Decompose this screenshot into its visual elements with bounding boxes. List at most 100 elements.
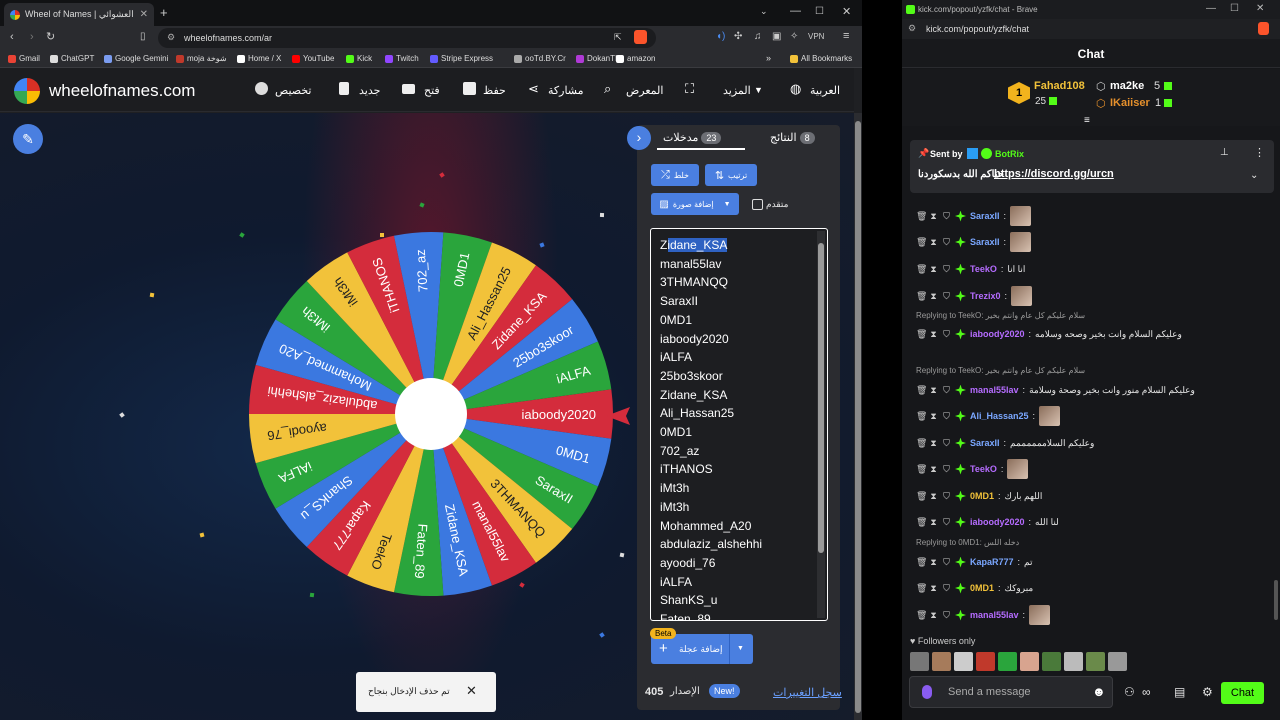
follower-avatar[interactable] [1020,652,1039,671]
bookmark-9[interactable]: ooTd.BY.Cr [514,54,566,63]
chat-username[interactable]: iaboody2020 [970,329,1025,339]
collapse-icon[interactable]: ≡ [1084,115,1090,126]
message-input[interactable]: Send a message ☻ [909,676,1113,708]
follower-avatar[interactable] [910,652,929,671]
menu-more[interactable]: المزيد [723,84,751,97]
maximize-icon[interactable]: ☐ [1230,3,1239,14]
leader-1-name[interactable]: Fahad108 [1034,80,1085,92]
chat-username[interactable]: Ali_Hassan25 [970,411,1029,421]
follower-avatar[interactable] [954,652,973,671]
music-icon[interactable]: ♫ [754,31,762,42]
timeout-icon[interactable]: ⧗ [929,211,938,221]
menu-gallery[interactable]: المعرض [626,84,663,97]
bookmark-11[interactable]: amazon [616,54,655,63]
entry-line[interactable]: 0MD1 [660,313,692,327]
timeout-icon[interactable]: ⧗ [929,583,938,593]
maximize-icon[interactable]: ☐ [815,6,824,17]
add-image-button[interactable]: ▨ إضافة صورة ▼ [651,193,739,215]
entry-line[interactable]: 702_az [660,444,699,458]
timeout-icon[interactable]: ⧗ [929,517,938,527]
timeout-icon[interactable]: ⧗ [929,237,938,247]
leader-2-name[interactable]: ma2ke [1110,80,1144,92]
back-icon[interactable]: ‹ [10,31,14,43]
infinity-icon[interactable]: ∞ [1142,685,1151,699]
ban-icon[interactable]: ⛉ [942,464,951,474]
wheel-logo-icon[interactable] [14,78,40,104]
chat-username[interactable]: SaraxII [970,237,1000,247]
reload-icon[interactable]: ↻ [46,30,55,43]
entry-line[interactable]: iaboody2020 [660,332,729,346]
bookmark-0[interactable]: Gmail [8,54,40,63]
menu-share[interactable]: مشاركة [548,84,584,97]
brave-shield-icon[interactable] [1258,22,1269,35]
delete-icon[interactable]: 🗑 [916,264,927,274]
bookmark-5[interactable]: YouTube [292,54,334,63]
bookmark-6[interactable]: Kick [346,54,372,63]
send-chat-button[interactable]: Chat [1221,682,1264,704]
chat-username[interactable]: Trezix0 [970,291,1001,301]
fullscreen-icon[interactable]: ⛶ [685,81,694,97]
bookmark-3[interactable]: moja شوخة [176,54,227,63]
close-window-icon[interactable]: ✕ [842,5,851,18]
delete-icon[interactable]: 🗑 [916,237,927,247]
close-window-icon[interactable]: ✕ [1256,3,1264,14]
chat-username[interactable]: TeekO [970,464,997,474]
ban-icon[interactable]: ⛉ [942,491,951,501]
bookmark-8[interactable]: Stripe Express [430,54,493,63]
entry-line[interactable]: iMt3h [660,500,689,514]
entry-line[interactable]: Ali_Hassan25 [660,406,734,420]
follower-avatar[interactable] [1086,652,1105,671]
brand-name[interactable]: wheelofnames.com [49,81,195,101]
forward-icon[interactable]: › [30,31,34,43]
follower-avatar[interactable] [932,652,951,671]
collapse-panel-button[interactable]: › [627,126,651,150]
timeout-icon[interactable]: ⧗ [929,329,938,339]
entry-line[interactable]: manal55lav [660,257,721,271]
audio-icon[interactable]: ◖) [716,31,725,42]
menu-save[interactable]: حفظ [483,84,506,97]
entry-line[interactable]: iALFA [660,350,692,364]
ban-icon[interactable]: ⛉ [942,385,951,395]
tab-wheelofnames[interactable]: Wheel of Names | العشوائي ✕ [4,3,154,26]
pinned-author[interactable]: BotRix [995,149,1024,159]
people-icon[interactable]: ⚇ [1124,685,1135,699]
delete-icon[interactable]: 🗑 [916,610,927,620]
chat-username[interactable]: manal55lav [970,610,1019,620]
timeout-icon[interactable]: ⧗ [929,264,938,274]
entry-line[interactable]: Faten_89 [660,612,711,620]
ban-icon[interactable]: ⛉ [942,438,951,448]
extensions-icon[interactable]: ✣ [734,31,742,42]
tab-results[interactable]: النتائج 8 [770,131,818,144]
ban-icon[interactable]: ⛉ [942,411,951,421]
more-options-icon[interactable]: ⋮ [1254,146,1265,159]
changelog-link[interactable]: سجل التغييرات [773,686,842,699]
chat-username[interactable]: iaboody2020 [970,517,1025,527]
entry-line[interactable]: ShanKS_u [660,593,717,607]
close-icon[interactable]: ✕ [466,683,477,699]
follower-avatar[interactable] [998,652,1017,671]
bookmark-4[interactable]: Home / X [237,54,281,63]
store-icon[interactable]: ▤ [1174,685,1185,699]
delete-icon[interactable]: 🗑 [916,491,927,501]
address-bar[interactable]: ⚙ wheelofnames.com/ar ⇱ [158,28,656,48]
shuffle-button[interactable]: ⤮ خلط [651,164,699,186]
timeout-icon[interactable]: ⧗ [929,610,938,620]
chat-username[interactable]: 0MD1 [970,491,994,501]
ban-icon[interactable]: ⛉ [942,237,951,247]
entry-line[interactable]: Mohammed_A20 [660,519,751,533]
edit-pencil-button[interactable]: ✎ [13,124,43,154]
follower-avatar[interactable] [1108,652,1127,671]
unpin-icon[interactable]: ⊥ [1220,147,1229,158]
timeout-icon[interactable]: ⧗ [929,557,938,567]
chevron-down-icon[interactable]: ⌄ [760,6,768,17]
wallet-icon[interactable]: ✧ [790,31,798,42]
timeout-icon[interactable]: ⧗ [929,291,938,301]
menu-icon[interactable]: ≡ [843,30,849,42]
entries-textarea[interactable]: Zidane_KSA manal55lav 3THMANQQ SaraxII 0MD1 i… [650,228,828,621]
minimize-icon[interactable]: — [790,5,801,17]
entry-line[interactable]: ayoodi_76 [660,556,715,570]
delete-icon[interactable]: 🗑 [916,464,927,474]
ban-icon[interactable]: ⛉ [942,517,951,527]
ban-icon[interactable]: ⛉ [942,211,951,221]
entry-line[interactable]: 3THMANQQ [660,275,728,289]
